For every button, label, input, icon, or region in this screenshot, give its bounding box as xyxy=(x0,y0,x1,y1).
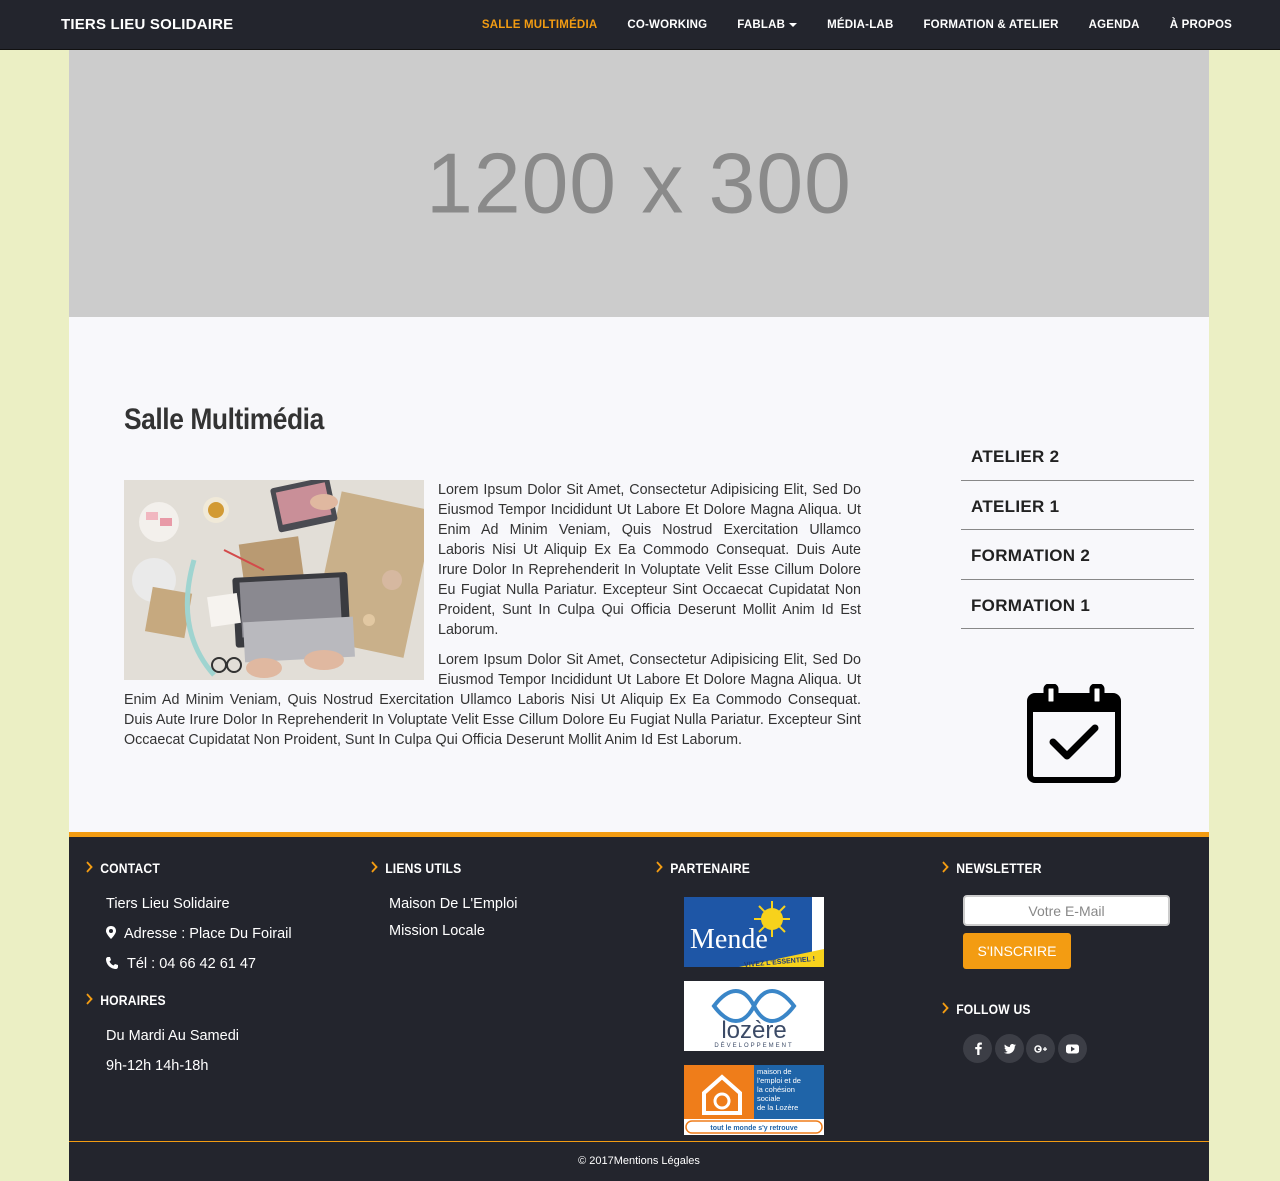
horaires-days: Du Mardi Au Samedi xyxy=(106,1028,239,1044)
workspace-photo-illustration xyxy=(124,480,424,680)
maison-logo-line-1: maison de xyxy=(757,1067,792,1076)
page-title: Salle Multimédia xyxy=(124,403,324,436)
hero-placeholder-text: 1200 x 300 xyxy=(426,135,852,231)
footer-heading-follow: FOLLOW US xyxy=(940,1002,1031,1017)
contact-phone-text: Tél : 04 66 42 61 47 xyxy=(127,956,256,972)
youtube-icon[interactable] xyxy=(1058,1034,1087,1063)
maison-logo-tagline: tout le monde s'y retrouve xyxy=(710,1125,797,1132)
workspace-photo xyxy=(124,480,424,680)
lozere-developpement-logo: lozère DÉVELOPPEMENT xyxy=(684,981,824,1051)
contact-address-text: Adresse : Place Du Foirail xyxy=(124,926,292,942)
subscribe-button[interactable]: S'INSCRIRE xyxy=(963,933,1071,969)
horaires-hours: 9h-12h 14h-18h xyxy=(106,1058,209,1074)
caret-down-icon xyxy=(789,22,798,27)
nav-item-co-working[interactable]: CO-WORKING xyxy=(612,0,722,50)
partner-logo-maison-emploi[interactable]: maison de l'emploi et de la cohésion soc… xyxy=(684,1065,824,1135)
twitter-icon[interactable] xyxy=(995,1034,1024,1063)
lozere-logo-sub: DÉVELOPPEMENT xyxy=(714,1042,793,1049)
maison-logo-line-2: l'emploi et de xyxy=(757,1076,801,1085)
mende-logo: Mende VIVEZ L'ESSENTIEL ! xyxy=(684,897,824,967)
nav-item-agenda[interactable]: AGENDA xyxy=(1074,0,1155,50)
youtube-glyph xyxy=(1066,1044,1079,1053)
mende-logo-text: Mende xyxy=(690,924,768,955)
google-plus-glyph xyxy=(1034,1044,1047,1053)
calendar-check-icon xyxy=(1027,684,1121,783)
brand-logo[interactable]: TIERS LIEU SOLIDAIRE xyxy=(61,16,233,33)
twitter-glyph xyxy=(1003,1043,1016,1054)
contact-address: Adresse : Place Du Foirail xyxy=(106,926,292,942)
google-plus-icon[interactable] xyxy=(1026,1034,1055,1063)
footer-heading-horaires: HORAIRES xyxy=(84,993,166,1008)
lozere-logo-text: lozère xyxy=(721,1017,786,1044)
nav-item-media-lab[interactable]: MÉDIA-LAB xyxy=(812,0,908,50)
maison-logo-line-3: la cohésion xyxy=(757,1085,795,1094)
nav-item-label: FABLAB xyxy=(737,19,786,31)
nav-item-formation-atelier[interactable]: FORMATION & ATELIER xyxy=(908,0,1073,50)
partner-logo-lozere[interactable]: lozère DÉVELOPPEMENT xyxy=(684,981,824,1051)
footer-heading-newsletter: NEWSLETTER xyxy=(940,861,1042,876)
nav-item-a-propos[interactable]: À PROPOS xyxy=(1155,0,1280,50)
article: Lorem Ipsum Dolor Sit Amet, Consectetur … xyxy=(124,480,861,760)
sidebar-item-formation-1[interactable]: FORMATION 1 xyxy=(961,580,1194,629)
sidebar-item-formation-2[interactable]: FORMATION 2 xyxy=(961,530,1194,580)
hero-placeholder-image: 1200 x 300 xyxy=(69,50,1209,317)
sidebar-item-atelier-2[interactable]: ATELIER 2 xyxy=(961,431,1194,481)
partner-logo-mende[interactable]: Mende VIVEZ L'ESSENTIEL ! xyxy=(684,897,824,967)
maison-logo-line-5: de la Lozère xyxy=(757,1103,798,1112)
footer-divider xyxy=(69,1141,1209,1142)
newsletter-email-input[interactable] xyxy=(963,895,1170,926)
top-navbar: TIERS LIEU SOLIDAIRE SALLE MULTIMÉDIA CO… xyxy=(0,0,1280,50)
footer-link-maison-emploi[interactable]: Maison De L'Emploi xyxy=(389,896,518,912)
map-marker-icon xyxy=(106,926,116,939)
sidebar-menu: ATELIER 2 ATELIER 1 FORMATION 2 FORMATIO… xyxy=(961,431,1194,629)
contact-name: Tiers Lieu Solidaire xyxy=(106,896,230,912)
nav-item-salle-multimedia[interactable]: SALLE MULTIMÉDIA xyxy=(467,0,612,50)
footer-heading-partenaire: PARTENAIRE xyxy=(654,861,750,876)
footer-heading-liens: LIENS UTILS xyxy=(369,861,461,876)
maison-emploi-logo: maison de l'emploi et de la cohésion soc… xyxy=(684,1065,824,1135)
copyright-text[interactable]: © 2017Mentions Légales xyxy=(69,1155,1209,1167)
nav-item-fablab[interactable]: FABLAB xyxy=(722,0,812,50)
site-footer: CONTACT Tiers Lieu Solidaire Adresse : P… xyxy=(69,832,1209,1181)
facebook-icon[interactable] xyxy=(963,1034,992,1063)
main-nav: SALLE MULTIMÉDIA CO-WORKING FABLAB MÉDIA… xyxy=(467,0,1280,50)
phone-icon xyxy=(106,957,118,969)
maison-logo-line-4: sociale xyxy=(757,1094,780,1103)
sidebar-item-atelier-1[interactable]: ATELIER 1 xyxy=(961,481,1194,530)
facebook-glyph xyxy=(974,1042,982,1055)
contact-phone: Tél : 04 66 42 61 47 xyxy=(106,956,256,972)
footer-link-mission-locale[interactable]: Mission Locale xyxy=(389,923,485,939)
footer-heading-contact: CONTACT xyxy=(84,861,160,876)
